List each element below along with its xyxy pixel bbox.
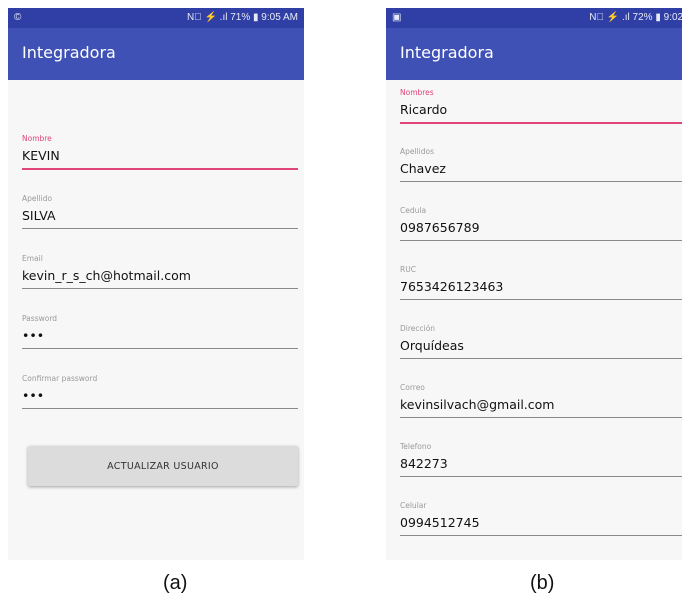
field-value: ••• — [22, 388, 45, 403]
field-underline — [400, 476, 682, 477]
field-value: Chavez — [400, 161, 446, 176]
field-value: ••• — [22, 328, 45, 343]
field-label: Nombres — [400, 88, 434, 97]
app-title: Integradora — [22, 43, 116, 62]
caption-a: (a) — [163, 572, 188, 594]
field-underline — [400, 417, 682, 418]
field-underline — [22, 228, 298, 229]
field-label: Apellido — [22, 194, 53, 203]
status-bar: ▣ N⃝ ⚡ .ıl 72% ▮ 9:02 A — [386, 8, 682, 28]
field-underline — [400, 535, 682, 536]
notification-icon: © — [14, 12, 22, 23]
gallery-icon: ▣ — [392, 12, 402, 23]
field-label: Nombre — [22, 134, 52, 143]
field-underline — [22, 168, 298, 170]
status-bar: © N⃝ ⚡ .ıl 71% ▮ 9:05 AM — [8, 8, 304, 28]
field-underline — [22, 408, 298, 409]
update-user-button[interactable]: ACTUALIZAR USUARIO — [28, 446, 298, 486]
status-info: N⃝ ⚡ .ıl 72% ▮ 9:02 A — [589, 12, 682, 23]
status-info: N⃝ ⚡ .ıl 71% ▮ 9:05 AM — [186, 12, 298, 23]
field-value: 0994512745 — [400, 515, 480, 530]
field-underline — [400, 181, 682, 182]
screen-a: © N⃝ ⚡ .ıl 71% ▮ 9:05 AM Integradora Nom… — [8, 8, 304, 560]
field-label: Correo — [400, 383, 425, 392]
field-underline — [400, 358, 682, 359]
screen-b: ▣ N⃝ ⚡ .ıl 72% ▮ 9:02 A Integradora Nomb… — [386, 8, 682, 560]
field-value: 842273 — [400, 456, 448, 471]
app-bar: Integradora — [8, 28, 304, 80]
field-value: 7653426123463 — [400, 279, 504, 294]
field-value: kevin_r_s_ch@hotmail.com — [22, 268, 191, 283]
field-underline — [22, 288, 298, 289]
field-value: SILVA — [22, 208, 56, 223]
field-label: Telefono — [400, 442, 432, 451]
caption-b: (b) — [530, 572, 555, 594]
field-label: Confirmar password — [22, 374, 98, 383]
field-label: Email — [22, 254, 43, 263]
field-value: Orquídeas — [400, 338, 464, 353]
app-title: Integradora — [400, 43, 494, 62]
field-label: Apellidos — [400, 147, 435, 156]
field-label: Celular — [400, 501, 427, 510]
field-value: kevinsilvach@gmail.com — [400, 397, 555, 412]
field-label: Dirección — [400, 324, 436, 333]
field-value: KEVIN — [22, 148, 60, 163]
field-label: Cedula — [400, 206, 427, 215]
field-value: Ricardo — [400, 102, 448, 117]
field-underline — [22, 348, 298, 349]
field-underline — [400, 299, 682, 300]
field-label: RUC — [400, 265, 416, 274]
app-bar: Integradora — [386, 28, 682, 80]
field-label: Password — [22, 314, 58, 323]
field-underline — [400, 240, 682, 241]
field-value: 0987656789 — [400, 220, 480, 235]
field-underline — [400, 122, 682, 124]
